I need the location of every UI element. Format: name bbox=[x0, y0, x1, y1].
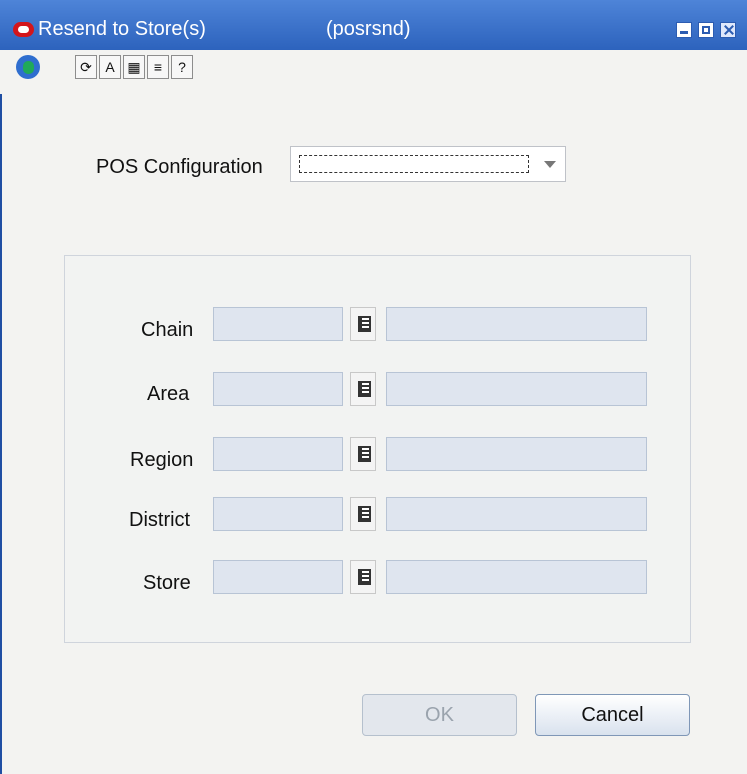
window-title: Resend to Store(s) bbox=[38, 18, 206, 40]
chevron-down-icon bbox=[544, 161, 556, 168]
calendar-icon[interactable]: ▦ bbox=[123, 55, 145, 79]
left-border bbox=[0, 94, 2, 774]
oracle-logo-icon bbox=[13, 22, 34, 37]
area-lov-icon[interactable] bbox=[350, 372, 376, 406]
text-size-icon[interactable]: A bbox=[99, 55, 121, 79]
globe-icon[interactable] bbox=[16, 55, 40, 79]
district-input[interactable] bbox=[213, 497, 343, 531]
area-description-field[interactable] bbox=[386, 372, 647, 406]
store-description-field[interactable] bbox=[386, 560, 647, 594]
chain-label: Chain bbox=[141, 319, 194, 341]
area-label: Area bbox=[147, 383, 190, 405]
region-lov-icon[interactable] bbox=[350, 437, 376, 471]
help-icon[interactable]: ? bbox=[171, 55, 193, 79]
area-input[interactable] bbox=[213, 372, 343, 406]
refresh-icon[interactable]: ⟳ bbox=[75, 55, 97, 79]
title-bar: Resend to Store(s) (posrsnd) bbox=[0, 0, 747, 50]
minimize-button[interactable] bbox=[676, 22, 692, 38]
resend-to-stores-window: Resend to Store(s) (posrsnd) ⟳ A ▦ ≡ ? P… bbox=[0, 0, 747, 774]
pos-configuration-label: POS Configuration bbox=[96, 156, 263, 178]
store-input[interactable] bbox=[213, 560, 343, 594]
notes-icon[interactable]: ≡ bbox=[147, 55, 169, 79]
close-button[interactable] bbox=[720, 22, 736, 38]
cancel-button[interactable]: Cancel bbox=[535, 694, 690, 736]
screen-code: (posrsnd) bbox=[326, 18, 411, 40]
region-label: Region bbox=[130, 449, 194, 471]
region-description-field[interactable] bbox=[386, 437, 647, 471]
district-description-field[interactable] bbox=[386, 497, 647, 531]
store-lov-icon[interactable] bbox=[350, 560, 376, 594]
pos-configuration-dropdown[interactable] bbox=[290, 146, 566, 182]
chain-input[interactable] bbox=[213, 307, 343, 341]
chain-description-field[interactable] bbox=[386, 307, 647, 341]
region-input[interactable] bbox=[213, 437, 343, 471]
pos-configuration-value bbox=[299, 155, 529, 173]
ok-button[interactable]: OK bbox=[362, 694, 517, 736]
district-lov-icon[interactable] bbox=[350, 497, 376, 531]
chain-lov-icon[interactable] bbox=[350, 307, 376, 341]
toolbar: ⟳ A ▦ ≡ ? bbox=[0, 50, 747, 94]
store-label: Store bbox=[143, 572, 191, 594]
district-label: District bbox=[129, 509, 191, 531]
maximize-button[interactable] bbox=[698, 22, 714, 38]
